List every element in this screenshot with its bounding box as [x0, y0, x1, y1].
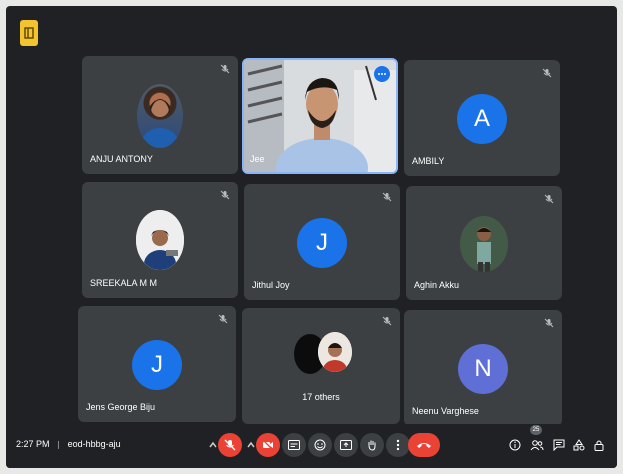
participant-avatar [137, 84, 183, 148]
mic-off-icon [382, 192, 392, 202]
meeting-details-button[interactable] [506, 436, 524, 454]
participant-avatar: J [132, 340, 182, 390]
participants-count-badge: 25 [530, 425, 542, 435]
participant-tile-sreekala[interactable]: SREEKALA M M [82, 182, 238, 298]
participant-tile-others[interactable]: 17 others [242, 308, 400, 424]
reactions-button[interactable] [308, 433, 332, 457]
participant-tile-anju-antony[interactable]: ANJU ANTONY [82, 56, 238, 174]
mic-off-icon [220, 64, 230, 74]
more-options-button[interactable] [386, 433, 410, 457]
speaking-indicator [374, 66, 390, 82]
participant-tile-jithul-joy[interactable]: J Jithul Joy [244, 184, 400, 300]
mic-off-icon [220, 190, 230, 200]
participant-name: Jens George Biju [86, 402, 156, 412]
participant-tile-neenu-varghese[interactable]: N Neenu Varghese [404, 310, 562, 426]
raise-hand-button[interactable] [360, 433, 384, 457]
captions-icon [288, 440, 300, 450]
others-avatar-photo [318, 332, 352, 372]
participant-name: Jee [250, 154, 265, 164]
others-count-label: 17 others [302, 392, 340, 402]
bottom-toolbar: 2:27 PM eod-hbbg-aju 25 [6, 424, 617, 468]
more-vertical-icon [396, 439, 400, 451]
info-icon [509, 439, 521, 451]
present-screen-button[interactable] [334, 433, 358, 457]
participant-name: Neenu Varghese [412, 406, 479, 416]
participant-name: ANJU ANTONY [90, 154, 153, 164]
participant-video-feed [244, 60, 396, 172]
camera-off-icon [262, 439, 274, 451]
participant-name: SREEKALA M M [90, 278, 158, 288]
participant-avatar: A [457, 94, 507, 144]
microphone-toggle-button[interactable] [218, 433, 242, 457]
activities-button[interactable] [570, 436, 588, 454]
mic-off-icon [542, 68, 552, 78]
captions-button[interactable] [282, 433, 306, 457]
participant-avatar: N [458, 344, 508, 394]
meet-window: ANJU ANTONY Jee A AMBILY SREEKALA M M J … [6, 6, 617, 468]
panel-icon [24, 27, 34, 39]
participant-tile-active-speaker[interactable]: Jee [242, 58, 398, 174]
mic-options-chevron-icon[interactable] [208, 438, 218, 452]
lock-person-icon [594, 440, 604, 451]
mic-off-icon [382, 316, 392, 326]
clock-time: 2:27 PM [16, 439, 50, 449]
mic-off-icon [224, 439, 236, 451]
camera-toggle-button[interactable] [256, 433, 280, 457]
end-call-icon [417, 443, 431, 448]
meeting-time-and-code: 2:27 PM eod-hbbg-aju [16, 439, 121, 449]
participant-avatar: J [297, 218, 347, 268]
camera-options-chevron-icon[interactable] [246, 438, 256, 452]
side-panel-button[interactable] [20, 20, 38, 46]
shapes-icon [573, 439, 585, 451]
chat-button[interactable] [550, 436, 568, 454]
participant-name: AMBILY [412, 156, 445, 166]
present-icon [340, 440, 352, 450]
participant-tile-ambily[interactable]: A AMBILY [404, 60, 560, 176]
participant-avatar [136, 210, 184, 270]
participant-avatar [460, 216, 508, 272]
hand-icon [368, 440, 376, 451]
mic-off-icon [544, 318, 554, 328]
host-controls-button[interactable] [590, 436, 608, 454]
audio-wave-icon [378, 73, 386, 75]
chat-icon [553, 439, 565, 451]
participant-name: Jithul Joy [252, 280, 290, 290]
meeting-code: eod-hbbg-aju [67, 439, 121, 449]
mic-off-icon [544, 194, 554, 204]
emoji-icon [314, 439, 326, 451]
participant-tile-jens-george-biju[interactable]: J Jens George Biju [78, 306, 236, 422]
mic-off-icon [218, 314, 228, 324]
leave-call-button[interactable] [408, 433, 440, 457]
people-icon [530, 440, 544, 451]
participant-tile-aghin-akku[interactable]: Aghin Akku [406, 186, 562, 300]
participant-name: Aghin Akku [414, 280, 460, 290]
people-button[interactable] [528, 436, 546, 454]
